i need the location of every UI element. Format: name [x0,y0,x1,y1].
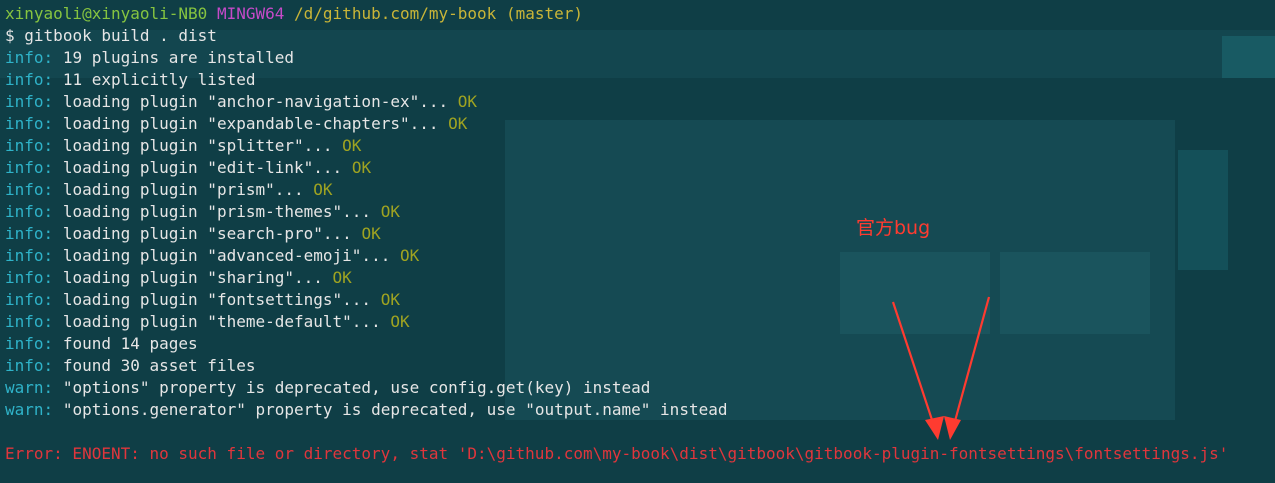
arrow-right-head [944,416,961,440]
arrow-left [891,301,938,433]
arrow-right [950,296,991,433]
arrow-left-head [925,416,944,440]
annotation-arrows [891,296,991,440]
